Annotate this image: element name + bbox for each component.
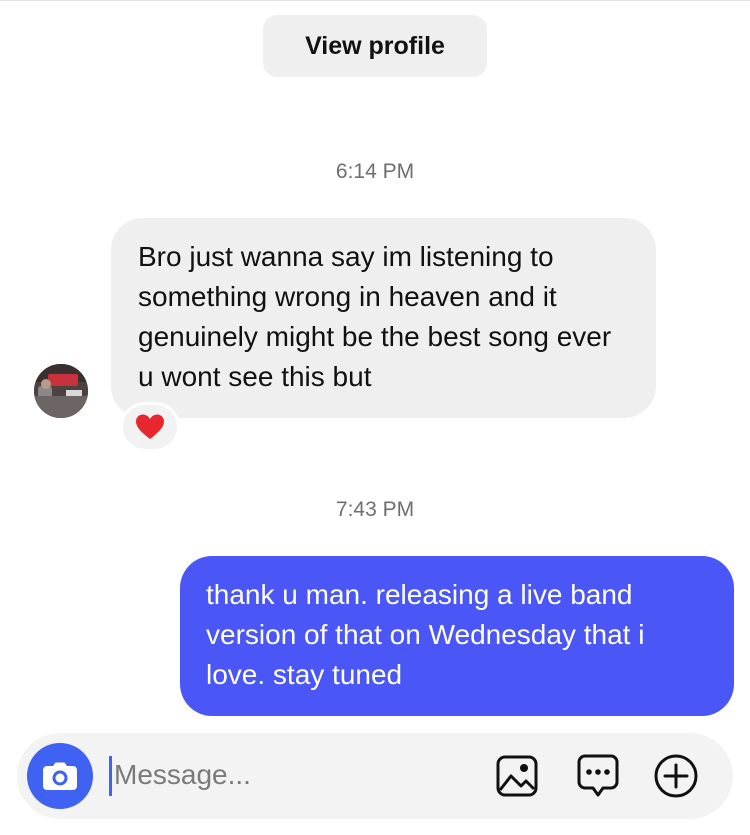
message-input[interactable] (114, 755, 474, 795)
message-composer (17, 733, 733, 819)
heart-reaction[interactable] (120, 402, 180, 452)
chat-screen: View profile 6:14 PM Bro just wanna say … (0, 0, 750, 835)
timestamp: 6:14 PM (335, 160, 415, 183)
gallery-button[interactable] (494, 753, 540, 799)
plus-icon (654, 754, 698, 798)
sticker-chat-icon (577, 754, 619, 797)
camera-button[interactable] (27, 743, 93, 809)
incoming-message-bubble[interactable]: Bro just wanna say im listening to somet… (111, 218, 656, 418)
avatar-photo (34, 364, 88, 418)
heart-icon (136, 414, 164, 439)
sticker-button[interactable] (575, 753, 621, 799)
add-button[interactable] (653, 753, 699, 799)
top-divider (0, 0, 750, 1)
text-cursor (109, 756, 112, 796)
outgoing-message-bubble[interactable]: thank u man. releasing a live band versi… (180, 556, 734, 716)
avatar[interactable] (34, 364, 88, 418)
view-profile-button[interactable]: View profile (263, 15, 487, 77)
timestamp: 7:43 PM (335, 498, 415, 521)
camera-icon (43, 762, 77, 790)
gallery-icon (496, 755, 538, 797)
